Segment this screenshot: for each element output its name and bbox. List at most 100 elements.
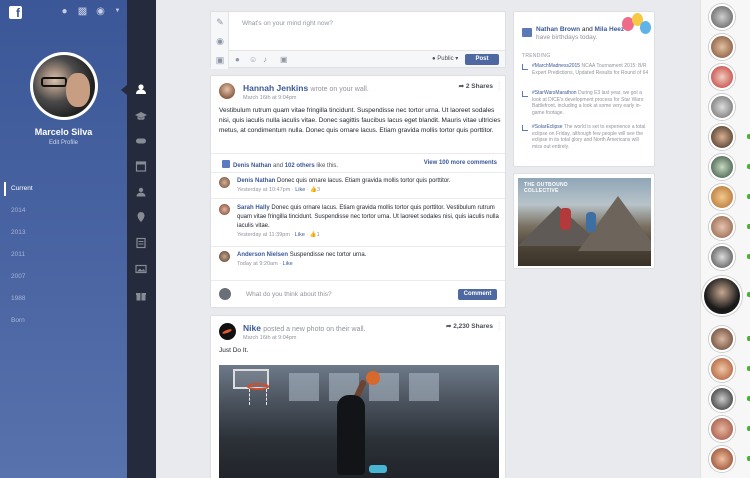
games-icon[interactable] bbox=[135, 135, 147, 147]
smiley-icon[interactable]: ☺ bbox=[249, 55, 258, 64]
timeline-item-2013[interactable]: 2013 bbox=[4, 226, 127, 248]
chat-contact-avatar[interactable] bbox=[709, 94, 735, 120]
chevron-down-icon[interactable]: ▼ bbox=[112, 6, 123, 17]
likes-others[interactable]: 102 others bbox=[285, 163, 315, 169]
timeline-item-2011[interactable]: 2011 bbox=[4, 248, 127, 270]
timeline-item-born[interactable]: Born bbox=[4, 314, 127, 336]
share-count-label: 2 Shares bbox=[465, 83, 493, 90]
timeline-nav: Current 2014 2013 2011 2007 1988 Born bbox=[4, 182, 127, 336]
chat-contact-avatar[interactable] bbox=[709, 446, 735, 472]
chat-contact-avatar[interactable] bbox=[709, 356, 735, 382]
pages-icon[interactable] bbox=[135, 237, 147, 249]
places-icon[interactable] bbox=[135, 211, 147, 223]
gym-window bbox=[289, 373, 319, 401]
birthday-name-1[interactable]: Nathan Brown bbox=[536, 26, 580, 33]
pencil-icon[interactable]: ✎ bbox=[215, 17, 225, 27]
share-count[interactable]: ➦ 2 Shares bbox=[459, 82, 493, 90]
chat-contact-avatar[interactable] bbox=[709, 244, 735, 270]
commenter-name[interactable]: Anderson Nielsen bbox=[237, 252, 288, 258]
profile-sidebar: f ● ▩ ◉ ▼ Marcelo Silva Edit Profile Cur… bbox=[0, 0, 127, 478]
comment-like-link[interactable]: Like bbox=[283, 261, 293, 267]
timeline-item-1988[interactable]: 1988 bbox=[4, 292, 127, 314]
author-avatar[interactable] bbox=[219, 83, 235, 99]
chat-contact-avatar[interactable] bbox=[709, 386, 735, 412]
likes-and: and bbox=[273, 163, 284, 169]
post-menu-icon[interactable]: · · · bbox=[498, 320, 501, 333]
privacy-select[interactable]: ● Public ▾ bbox=[432, 55, 458, 62]
commenter-name[interactable]: Sarah Hally bbox=[237, 205, 270, 211]
chat-contact-avatar[interactable] bbox=[709, 326, 735, 352]
author-name[interactable]: Nike bbox=[243, 323, 261, 333]
comment-like-link[interactable]: Like bbox=[295, 232, 305, 238]
camera-icon[interactable]: ▣ bbox=[215, 55, 225, 65]
friends-icon[interactable]: ● bbox=[59, 6, 70, 17]
post-menu-icon[interactable]: · · · bbox=[498, 80, 501, 93]
trending-tag[interactable]: #MarchMadness2015 bbox=[532, 63, 580, 69]
privacy-value: Public bbox=[437, 56, 454, 62]
profile-icon[interactable] bbox=[135, 83, 147, 95]
chat-contact-avatar[interactable] bbox=[709, 124, 735, 150]
chat-contact-avatar[interactable] bbox=[709, 34, 735, 60]
globe-icon[interactable]: ◉ bbox=[95, 6, 106, 17]
trending-tag[interactable]: #StarWarsMarathon bbox=[532, 90, 577, 96]
commenter-avatar[interactable] bbox=[219, 251, 230, 262]
photos-icon[interactable] bbox=[135, 263, 147, 275]
net bbox=[249, 389, 267, 405]
post-photo[interactable] bbox=[219, 365, 499, 478]
write-comment-row: What do you think about this? Comment bbox=[211, 280, 505, 307]
commenter-avatar[interactable] bbox=[219, 204, 230, 215]
post-button[interactable]: Post bbox=[465, 54, 499, 65]
groups-icon[interactable] bbox=[135, 186, 147, 198]
profile-avatar[interactable] bbox=[30, 52, 98, 120]
nike-avatar[interactable] bbox=[219, 323, 236, 340]
timeline-item-2007[interactable]: 2007 bbox=[4, 270, 127, 292]
trending-icon bbox=[522, 91, 528, 97]
comment-time[interactable]: Today at 9:20am bbox=[237, 261, 278, 267]
sponsored-ad[interactable]: THE OUTBOUND COLLECTIVE bbox=[513, 173, 655, 269]
view-more-comments-link[interactable]: View 100 more comments bbox=[424, 160, 497, 166]
chat-contact-avatar[interactable] bbox=[709, 4, 735, 30]
trending-tag[interactable]: #SolarEclipse bbox=[532, 124, 563, 130]
composer-input[interactable]: What's on your mind right now? bbox=[242, 20, 333, 27]
hiker bbox=[560, 208, 571, 230]
chat-contact-avatar[interactable] bbox=[709, 416, 735, 442]
post-timestamp[interactable]: March 16th at 9:04pm bbox=[243, 335, 297, 341]
comment-body: Sarah Hally Donec quis ornare lacus. Eti… bbox=[237, 204, 499, 240]
trending-item[interactable]: #SolarEclipse The world is set to experi… bbox=[522, 124, 650, 150]
chat-contact-avatar[interactable] bbox=[709, 154, 735, 180]
commenter-name[interactable]: Denis Nathan bbox=[237, 178, 275, 184]
facebook-logo-icon[interactable]: f bbox=[9, 6, 22, 20]
messages-icon[interactable]: ▩ bbox=[77, 6, 88, 17]
profile-name[interactable]: Marcelo Silva bbox=[0, 127, 127, 137]
ad-image[interactable]: THE OUTBOUND COLLECTIVE bbox=[518, 178, 651, 266]
post-timestamp[interactable]: March 16th at 9:04pm bbox=[243, 95, 297, 101]
comment-like-link[interactable]: Like bbox=[295, 187, 305, 193]
divider bbox=[211, 198, 505, 199]
mic-icon[interactable]: ◉ bbox=[215, 36, 225, 46]
trending-item[interactable]: #MarchMadness2015 NCAA Tournament 2015: … bbox=[522, 63, 650, 76]
trending-item[interactable]: #StarWarsMarathon During E3 last year, w… bbox=[522, 90, 650, 116]
author-name[interactable]: Hannah Jenkins bbox=[243, 83, 308, 93]
comment-time[interactable]: Yesterday at 11:39pm bbox=[237, 232, 290, 238]
music-icon[interactable]: ♪ bbox=[263, 55, 272, 64]
education-icon[interactable] bbox=[135, 110, 147, 122]
timeline-item-current[interactable]: Current bbox=[4, 182, 127, 196]
chat-contact-avatar[interactable] bbox=[709, 64, 735, 90]
commenter-avatar[interactable] bbox=[219, 177, 230, 188]
chat-contact-avatar[interactable] bbox=[709, 184, 735, 210]
comment-time[interactable]: Yesterday at 10:47pm bbox=[237, 187, 290, 193]
comment-item: Sarah Hally Donec quis ornare lacus. Eti… bbox=[219, 204, 501, 242]
gift-icon[interactable] bbox=[135, 290, 147, 302]
comment-input[interactable]: What do you think about this? bbox=[246, 291, 332, 298]
photo-icon[interactable]: ▣ bbox=[280, 55, 289, 64]
share-count[interactable]: ➦ 2,230 Shares bbox=[446, 322, 493, 330]
calendar-icon[interactable] bbox=[135, 160, 147, 172]
comment-button[interactable]: Comment bbox=[458, 289, 497, 300]
edit-profile-link[interactable]: Edit Profile bbox=[0, 140, 127, 146]
ad-brand-logo: THE OUTBOUND COLLECTIVE bbox=[524, 182, 568, 194]
chat-contact-avatar-active[interactable] bbox=[702, 276, 742, 316]
timeline-item-2014[interactable]: 2014 bbox=[4, 204, 127, 226]
liker-name[interactable]: Denis Nathan bbox=[233, 163, 271, 169]
chat-contact-avatar[interactable] bbox=[709, 214, 735, 240]
location-icon[interactable]: ● bbox=[235, 55, 244, 64]
